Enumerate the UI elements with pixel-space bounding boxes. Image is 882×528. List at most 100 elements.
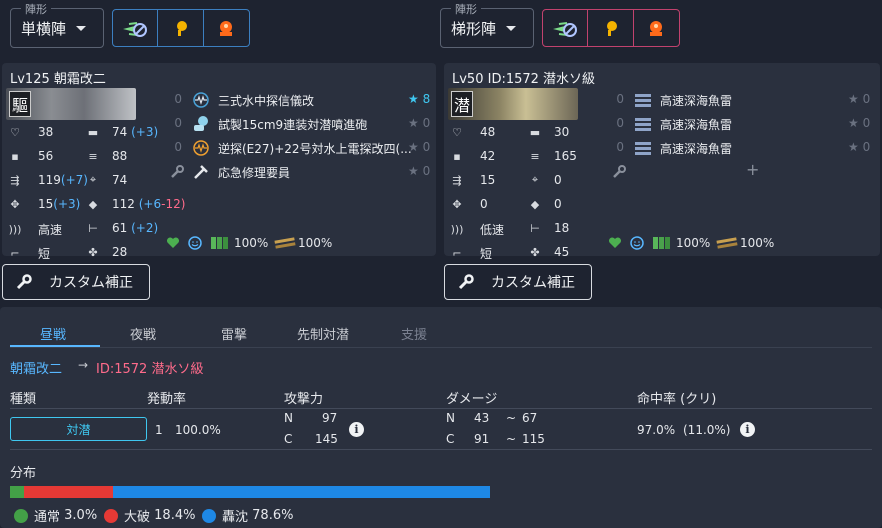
custom-correction-button[interactable]: カスタム補正 (2, 264, 150, 300)
legend-heavy-damage: 大破 18.4% (104, 506, 195, 525)
equip-improvement: ★ 0 (408, 140, 431, 154)
formation-value: 単横陣 (21, 19, 67, 38)
formation-select-fleet2[interactable]: 陣形 梯形陣 (440, 1, 534, 48)
formation-select-fleet1[interactable]: 陣形 単横陣 (10, 1, 104, 48)
equip-improvement: ★ 0 (408, 116, 431, 130)
add-slot-icon[interactable]: + (746, 160, 759, 179)
ammo-icon (274, 237, 296, 249)
equip-name: 逆探(E27)+22号対水上電探改四(... (218, 142, 412, 156)
wrench-icon (171, 165, 184, 178)
crit-rate: (11.0%) (683, 423, 731, 437)
evasion-icon: ⇶ (452, 173, 462, 187)
tab-support[interactable]: 支援 (401, 324, 427, 343)
header-rate: 発動率 (147, 392, 187, 407)
ship1-panel: Lv125 朝霜改二 驅 ♡ 38 ▪ 56 ⇶ 119 (+7) ✥ 15 (+3) ))… (2, 63, 436, 261)
equip-level: 0 (616, 140, 624, 154)
fleet2-toggle-group (542, 9, 680, 47)
tab-opening-asw[interactable]: 先制対潜 (297, 324, 349, 343)
wrench-icon (16, 274, 32, 290)
stat-armor: ▪ 42 (450, 149, 495, 163)
tab-active-indicator (10, 345, 100, 347)
ammo-value: 100% (740, 236, 775, 250)
legend-dot (104, 508, 118, 523)
range-icon: ⌐ (452, 247, 462, 260)
ship1-header: Lv125 朝霜改二 (10, 72, 106, 87)
searchlight-toggle[interactable] (588, 10, 634, 46)
no-aa-toggle[interactable] (543, 10, 589, 46)
distribution-segment-0 (10, 486, 25, 498)
searchlight-toggle[interactable] (158, 10, 204, 46)
tab-torpedo[interactable]: 雷撃 (221, 324, 247, 343)
chevron-down-icon (506, 25, 517, 31)
wrench-icon (458, 274, 474, 290)
attack-type-button[interactable]: 対潜 (10, 417, 147, 441)
stat-aa: ⌖ 74 (86, 173, 127, 187)
stat-evasion: ⇶ 15 (450, 173, 495, 187)
info-icon[interactable]: i (740, 422, 755, 437)
power-n-label: N (284, 411, 293, 425)
tab-night-battle[interactable]: 夜戦 (130, 324, 156, 343)
damage-n-sep: ~ (506, 411, 517, 425)
stat-torpedo: ≡ 88 (86, 149, 127, 163)
wrench-icon[interactable] (610, 163, 628, 181)
equip-level: 0 (616, 116, 624, 130)
ship2-header: Lv50 ID:1572 潜水ソ級 (452, 72, 596, 87)
row-divider (10, 449, 872, 450)
rate-index: 1 (155, 423, 163, 437)
stat-armor: ▪ 56 (8, 149, 53, 163)
formation-value: 梯形陣 (451, 19, 497, 38)
searchlight-icon (606, 21, 617, 36)
power-n-value: 97 (322, 411, 338, 425)
aa-icon: ⌖ (531, 173, 539, 186)
header-power: 攻撃力 (284, 392, 324, 407)
custom-correction-label: カスタム補正 (491, 275, 575, 291)
stat-range: ⌐ 短 (8, 245, 50, 262)
fuel-value: 100% (676, 236, 711, 250)
alarm-icon (220, 21, 233, 36)
speed-icon: ))) (8, 223, 22, 236)
stat-range: ⌐ 短 (450, 245, 492, 262)
armor-icon: ▪ (11, 149, 19, 163)
plane-count-icon: ✥ (10, 197, 20, 211)
equip-name: 応急修理要員 (218, 166, 291, 180)
equip-name: 三式水中探信儀改 (218, 94, 315, 108)
power-c-value: 145 (315, 432, 338, 446)
stat-los: ⊢ 18 (528, 221, 569, 235)
aa-icon: ⌖ (89, 173, 97, 186)
hit-rate: 97.0% (637, 423, 676, 437)
stat-hp: ♡ 38 (8, 125, 53, 139)
torpedo-icon: ≡ (530, 149, 540, 163)
legend-sunk: 轟沈 78.6% (202, 506, 293, 525)
ship2-banner[interactable]: 潜 (448, 88, 578, 120)
equip-name: 高速深海魚雷 (660, 94, 733, 108)
depth-charge-icon (194, 116, 208, 131)
asw-icon: ◆ (530, 197, 540, 211)
speed-icon: ))) (450, 223, 464, 236)
custom-correction-button[interactable]: カスタム補正 (444, 264, 592, 300)
alarm-toggle[interactable] (204, 10, 249, 46)
stat-aa: ⌖ 0 (528, 173, 562, 187)
header-type: 種類 (10, 392, 37, 407)
torpedo-icon: ≡ (88, 149, 98, 163)
tab-day-battle[interactable]: 昼戦 (40, 324, 66, 343)
defender-name[interactable]: ID:1572 潜水ソ級 (96, 358, 203, 377)
plane-count-icon: ✥ (452, 197, 462, 211)
equip-improvement: ★ 0 (848, 116, 871, 130)
info-icon[interactable]: i (349, 422, 364, 437)
attacker-name[interactable]: 朝霜改二 (10, 358, 62, 377)
stat-torpedo: ≡ 165 (528, 149, 577, 163)
ship1-banner[interactable]: 驅 (6, 88, 136, 120)
header-divider (10, 408, 872, 409)
damage-c-max: 115 (522, 432, 545, 446)
alarm-toggle[interactable] (634, 10, 679, 46)
stat-planes: ✥ 0 (450, 197, 487, 211)
equip-improvement: ★ 0 (848, 140, 871, 154)
morale-smile-icon (630, 236, 644, 250)
no-aa-toggle[interactable] (113, 10, 159, 46)
ship-type-badge: 驅 (9, 91, 31, 117)
damage-control-icon (194, 165, 208, 179)
fuel-value: 100% (234, 236, 269, 250)
condition-heart-icon (166, 237, 180, 248)
ammo-icon (716, 237, 738, 249)
equip-level: 0 (616, 92, 624, 106)
